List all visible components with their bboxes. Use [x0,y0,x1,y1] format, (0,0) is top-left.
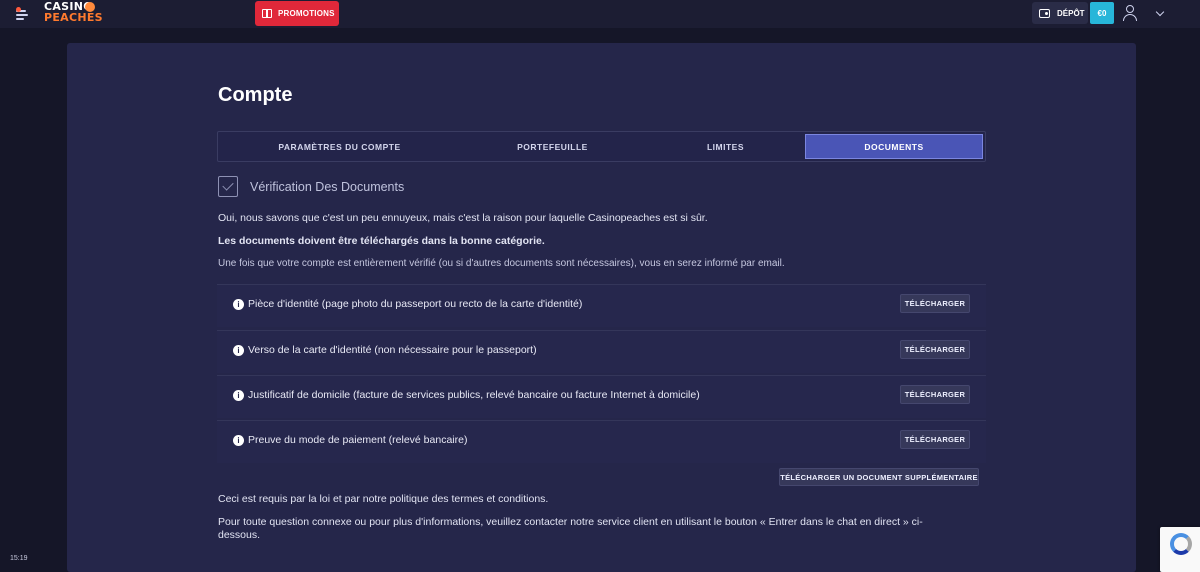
document-label: Pièce d'identité (page photo du passepor… [248,298,583,310]
document-label: Justificatif de domicile (facture de ser… [248,389,700,401]
tab-account-settings[interactable]: PARAMÈTRES DU COMPTE [218,132,461,161]
contact-text: Pour toute question connexe ou pour plus… [218,516,923,541]
deposit-button[interactable]: DÉPÔT [1032,2,1088,24]
wallet-icon [1039,8,1050,18]
section-title: Vérification Des Documents [250,179,405,194]
gift-icon [262,9,272,18]
promotions-button[interactable]: PROMOTIONS [255,1,339,26]
deposit-label: DÉPÔT [1057,8,1085,18]
upload-button[interactable]: TÉLÉCHARGER [900,340,970,359]
info-icon: i [233,435,244,446]
account-tabs: PARAMÈTRES DU COMPTE PORTEFEUILLE LIMITE… [217,131,986,162]
intro-text: Oui, nous savons que c'est un peu ennuye… [218,212,708,224]
casino-logo[interactable]: CASINO PEACHES [44,1,103,27]
upload-button[interactable]: TÉLÉCHARGER [900,430,970,449]
clock: 15:19 [10,555,28,562]
page-title: Compte [218,84,293,106]
recaptcha-badge[interactable] [1160,527,1200,572]
tab-documents[interactable]: DOCUMENTS [805,134,983,159]
upload-button[interactable]: TÉLÉCHARGER [900,294,970,313]
document-row-address-proof: i Justificatif de domicile (facture de s… [217,375,986,418]
document-label: Preuve du mode de paiement (relevé banca… [248,434,468,446]
info-icon: i [233,390,244,401]
document-row-id-front: i Pièce d'identité (page photo du passep… [217,284,986,327]
legal-text: Ceci est requis par la loi et par notre … [218,493,549,505]
promotions-label: PROMOTIONS [278,9,335,18]
chevron-down-icon[interactable] [1155,7,1165,17]
document-row-id-back: i Verso de la carte d'identité (non néce… [217,330,986,373]
tab-wallet[interactable]: PORTEFEUILLE [461,132,644,161]
document-row-payment-proof: i Preuve du mode de paiement (relevé ban… [217,420,986,463]
peach-icon [85,2,95,12]
notice-text: Une fois que votre compte est entièremen… [218,258,785,269]
upload-extra-document-button[interactable]: TÉLÉCHARGER UN DOCUMENT SUPPLÉMENTAIRE [779,468,979,486]
recaptcha-icon [1170,533,1192,555]
info-icon: i [233,345,244,356]
top-bar: CASINO PEACHES PROMOTIONS DÉPÔT €0 [0,0,1200,28]
document-check-icon [218,176,238,197]
tab-limits[interactable]: LIMITES [644,132,807,161]
menu-icon[interactable] [14,6,30,22]
section-header: Vérification Des Documents [218,176,404,197]
balance-badge[interactable]: €0 [1090,2,1114,24]
upload-button[interactable]: TÉLÉCHARGER [900,385,970,404]
document-label: Verso de la carte d'identité (non nécess… [248,344,537,356]
info-icon: i [233,299,244,310]
warning-text: Les documents doivent être téléchargés d… [218,235,545,247]
user-icon[interactable] [1122,5,1138,21]
